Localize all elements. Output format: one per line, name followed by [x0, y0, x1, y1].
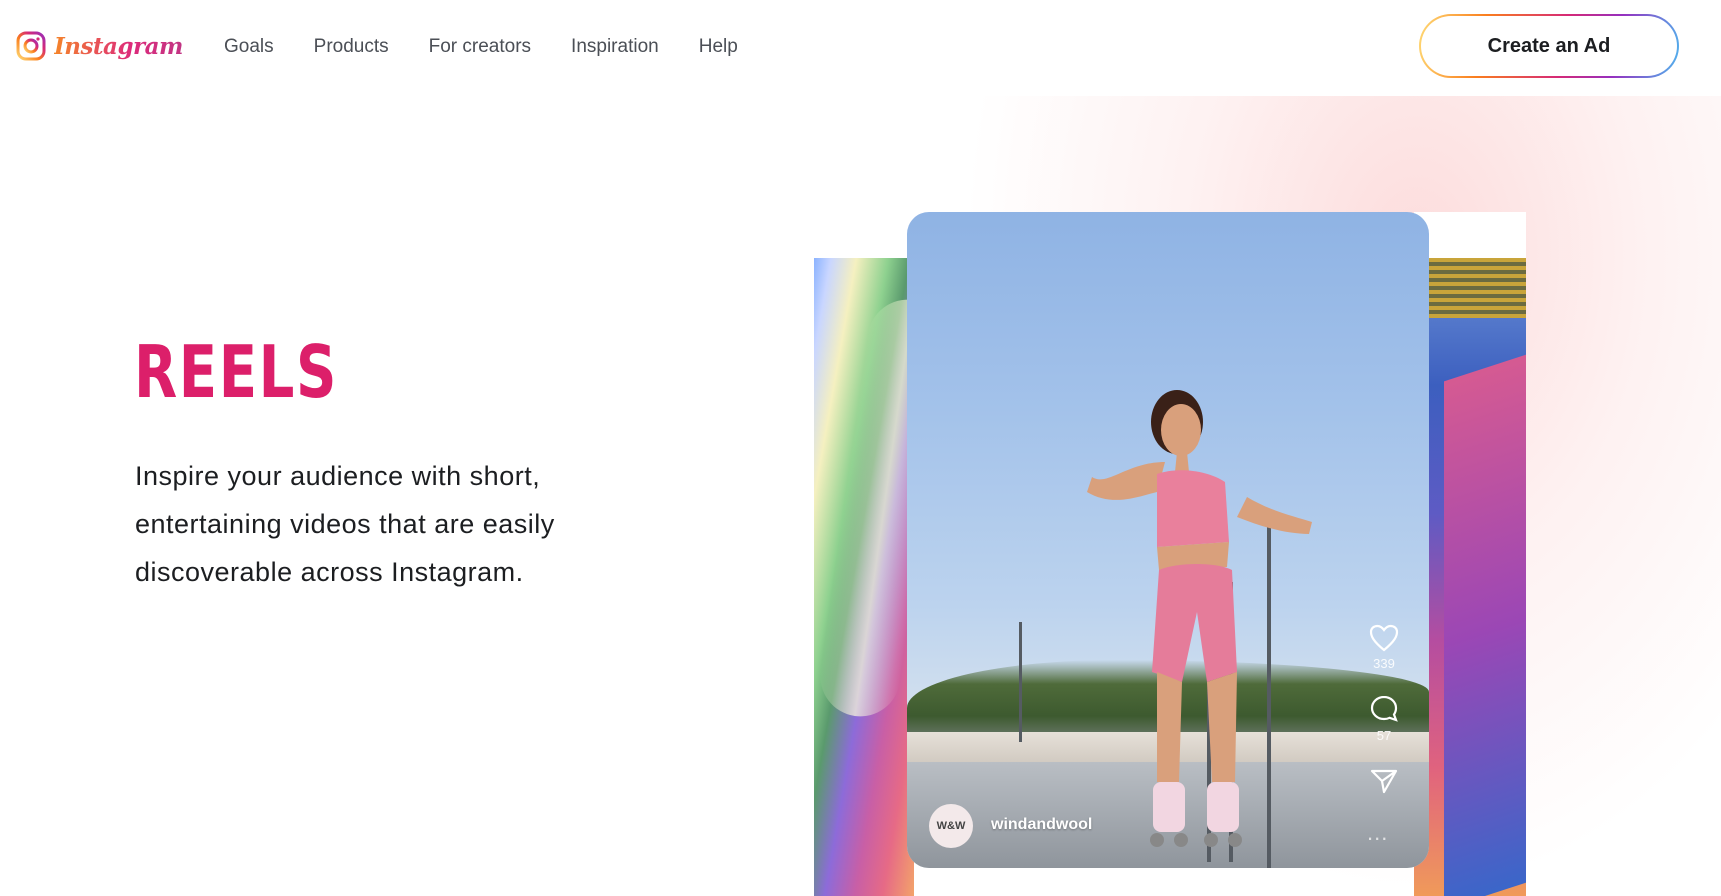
- logo-wordmark: Instagram: [54, 32, 183, 60]
- top-nav: Instagram Goals Products For creators In…: [0, 0, 1721, 96]
- username[interactable]: windandwool: [991, 816, 1092, 834]
- reel-overlay: 339 57 ... W&W windandwool: [907, 212, 1429, 868]
- main-nav: Goals Products For creators Inspiration …: [224, 36, 778, 58]
- create-ad-label: Create an Ad: [1421, 16, 1677, 76]
- comment-icon: [1370, 695, 1398, 722]
- hero-description: Inspire your audience with short, entert…: [135, 461, 555, 587]
- instagram-logo-icon: [16, 31, 46, 61]
- more-icon[interactable]: ...: [1367, 820, 1388, 846]
- avatar[interactable]: W&W: [929, 804, 973, 848]
- nav-products[interactable]: Products: [314, 36, 389, 58]
- right-slide-rail: [1444, 354, 1526, 896]
- page-title: REELS: [134, 330, 339, 414]
- left-slide-image: [814, 258, 914, 896]
- nav-help[interactable]: Help: [699, 36, 738, 58]
- like-count: 339: [1373, 656, 1395, 671]
- create-ad-button[interactable]: Create an Ad: [1419, 14, 1679, 78]
- reel-video[interactable]: 339 57 ... W&W windandwool: [907, 212, 1429, 868]
- comment-action[interactable]: 57: [1359, 694, 1409, 743]
- right-slide-gap: [1414, 212, 1526, 258]
- right-slide-image: [1414, 258, 1526, 896]
- comment-count: 57: [1376, 728, 1392, 743]
- nav-for-creators[interactable]: For creators: [429, 36, 531, 58]
- share-icon: [1370, 769, 1398, 794]
- instagram-logo[interactable]: Instagram: [16, 31, 183, 61]
- like-action[interactable]: 339: [1359, 624, 1409, 671]
- nav-goals[interactable]: Goals: [224, 36, 274, 58]
- right-slide-stripes: [1414, 258, 1526, 318]
- page: Instagram Goals Products For creators In…: [0, 0, 1721, 896]
- nav-inspiration[interactable]: Inspiration: [571, 36, 659, 58]
- share-action[interactable]: [1359, 767, 1409, 795]
- heart-icon: [1369, 624, 1399, 652]
- reel-showcase: 339 57 ... W&W windandwool: [814, 212, 1526, 896]
